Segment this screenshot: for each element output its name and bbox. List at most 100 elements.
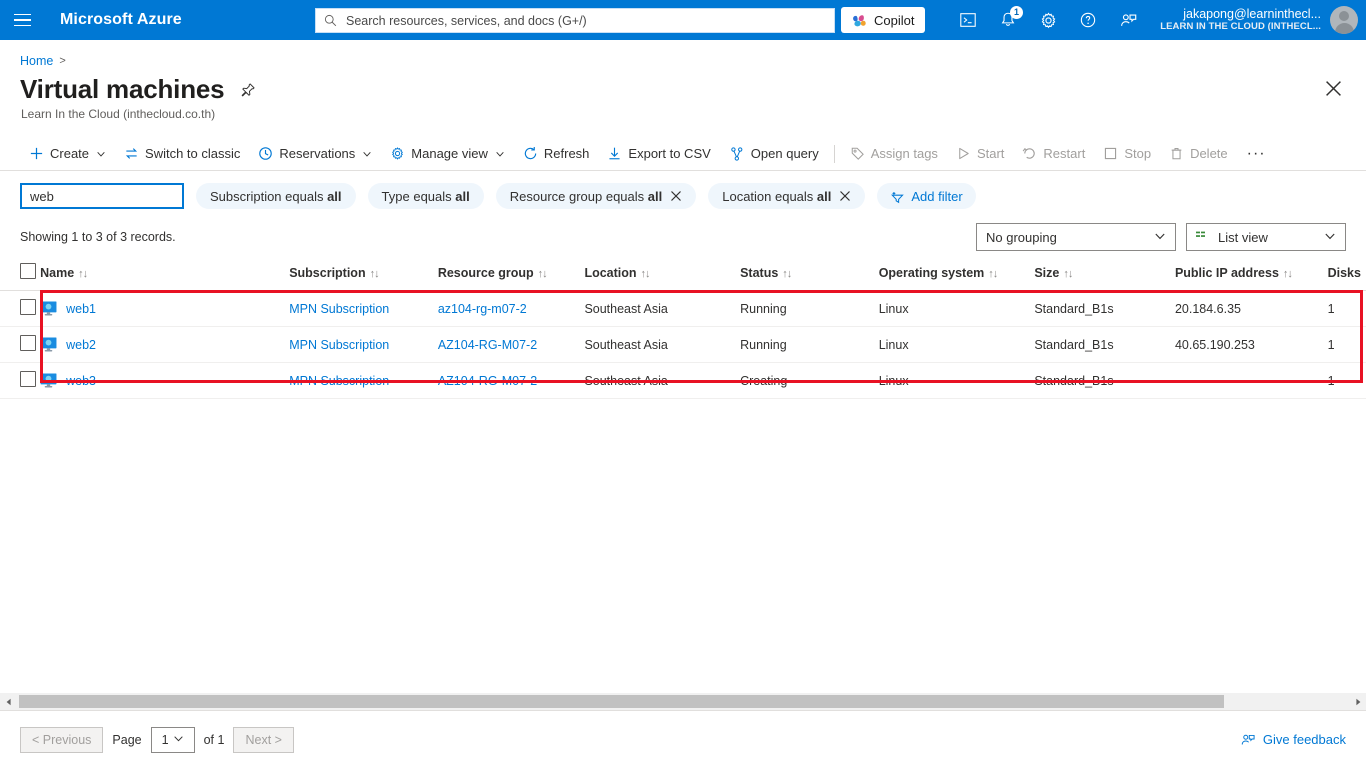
column-header-size[interactable]: Size ↑↓ [1026,259,1167,291]
horizontal-scrollbar[interactable] [0,693,1366,710]
column-header-disks[interactable]: Disks [1319,259,1366,291]
scrollbar-thumb[interactable] [19,695,1224,708]
open-query-button[interactable]: Open query [720,138,828,170]
row-os-cell: Linux [870,362,1027,399]
add-filter-button[interactable]: Add filter [877,183,976,209]
global-search[interactable] [315,8,835,33]
azure-brand-link[interactable]: Microsoft Azure [60,11,182,29]
help-button[interactable] [1068,0,1108,40]
header-feedback-button[interactable] [1108,0,1148,40]
create-label: Create [50,146,90,161]
close-icon [1326,81,1341,96]
column-header-operating-system[interactable]: Operating system ↑↓ [870,259,1027,291]
start-label: Start [976,146,1005,161]
refresh-button[interactable]: Refresh [514,138,599,170]
reservations-button[interactable]: Reservations [249,138,381,170]
filter-pill-subscription[interactable]: Subscription equals all [196,183,356,209]
column-header-subscription[interactable]: Subscription ↑↓ [281,259,430,291]
account-menu[interactable]: jakapong@learninthecl... LEARN IN THE CL… [1160,0,1358,40]
global-header: Microsoft Azure Copilot [0,0,1366,40]
row-checkbox[interactable] [20,299,36,315]
column-header-name[interactable]: Name ↑↓ [32,259,282,291]
delete-button[interactable]: Delete [1160,138,1237,170]
subscription-link[interactable]: MPN Subscription [289,302,389,316]
column-label: Resource group [437,265,534,280]
subscription-link[interactable]: MPN Subscription [289,338,389,352]
column-label: Operating system [878,265,985,280]
assign-tags-label: Assign tags [870,146,938,161]
filter-pill-resource-group[interactable]: Resource group equals all [495,183,697,209]
create-button[interactable]: Create [20,138,115,170]
play-icon [959,147,969,160]
table-row[interactable]: web2 MPN Subscription AZ104-RG-M07-2 Sou… [0,326,1366,363]
sort-icon: ↑↓ [988,267,998,280]
remove-filter-icon[interactable] [839,190,851,202]
cloud-shell-button[interactable] [948,0,988,40]
switch-icon [125,148,138,159]
grouping-select[interactable]: No grouping [976,223,1176,251]
resource-group-link[interactable]: AZ104-RG-M07-2 [438,374,537,388]
pin-button[interactable] [240,82,256,98]
global-search-input[interactable] [344,12,826,29]
scroll-left-arrow-icon[interactable] [0,693,17,710]
previous-page-button[interactable]: < Previous [20,726,104,753]
row-size-cell: Standard_B1s [1026,326,1167,363]
vm-name-link[interactable]: web2 [66,338,96,352]
refresh-label: Refresh [543,146,590,161]
column-header-public-ip[interactable]: Public IP address ↑↓ [1166,259,1320,291]
close-blade-button[interactable] [1325,80,1342,100]
hamburger-menu-button[interactable] [0,0,44,40]
vm-name-link[interactable]: web1 [66,302,96,316]
remove-filter-icon[interactable] [670,190,682,202]
manage-view-button[interactable]: Manage view [381,138,514,170]
column-header-status[interactable]: Status ↑↓ [732,259,871,291]
give-feedback-button[interactable]: Give feedback [1240,732,1346,748]
resource-group-link[interactable]: az104-rg-m07-2 [438,302,527,316]
table-row[interactable]: web3 MPN Subscription AZ104-RG-M07-2 Sou… [0,362,1366,399]
help-question-icon [1080,12,1096,28]
copilot-label: Copilot [874,12,915,28]
add-filter-icon [891,191,905,203]
select-all-checkbox[interactable] [20,263,36,279]
export-to-csv-button[interactable]: Export to CSV [598,138,719,170]
row-disks-cell: 1 [1319,362,1366,399]
command-overflow-button[interactable]: ··· [1237,145,1276,163]
scroll-right-arrow-icon[interactable] [1349,693,1366,710]
restart-icon [1023,148,1036,159]
row-name-cell: web2 [32,326,282,363]
filter-pill-type[interactable]: Type equals all [367,183,484,209]
page-total-label: of 1 [203,732,225,747]
assign-tags-button[interactable]: Assign tags [841,138,947,170]
view-mode-select[interactable]: List view [1186,223,1346,251]
breadcrumb-home-link[interactable]: Home [20,54,53,68]
export-to-csv-label: Export to CSV [628,146,711,161]
table-row[interactable]: web1 MPN Subscription az104-rg-m07-2 Sou… [0,290,1366,327]
settings-button[interactable] [1028,0,1068,40]
subscription-link[interactable]: MPN Subscription [289,374,389,388]
switch-to-classic-button[interactable]: Switch to classic [115,138,249,170]
trash-icon [1171,148,1182,160]
page-number-select[interactable]: 1 [150,726,195,753]
row-disks-cell: 1 [1319,290,1366,327]
grouping-value: No grouping [986,229,1057,245]
start-button[interactable]: Start [947,138,1013,170]
stop-button[interactable]: Stop [1094,138,1160,170]
next-page-button[interactable]: Next > [233,726,294,753]
name-filter-input[interactable] [20,183,184,209]
restart-button[interactable]: Restart [1013,138,1094,170]
column-header-resource-group[interactable]: Resource group ↑↓ [429,259,577,291]
filter-pill-location[interactable]: Location equals all [708,183,866,209]
filter-bar: Subscription equals all Type equals all … [0,171,1366,209]
account-directory: LEARN IN THE CLOUD (INTHECL... [1160,20,1321,32]
notifications-button[interactable]: 1 [988,0,1028,40]
row-resource-group-cell: AZ104-RG-M07-2 [429,326,577,363]
row-checkbox[interactable] [20,335,36,351]
results-summary-row: Showing 1 to 3 of 3 records. No grouping… [0,223,1366,251]
copilot-button[interactable]: Copilot [841,7,926,33]
avatar[interactable] [1330,6,1358,34]
column-header-location[interactable]: Location ↑↓ [576,259,733,291]
row-checkbox[interactable] [20,371,36,387]
vm-name-link[interactable]: web3 [66,374,96,388]
resource-group-link[interactable]: AZ104-RG-M07-2 [438,338,537,352]
copilot-icon [853,14,866,26]
